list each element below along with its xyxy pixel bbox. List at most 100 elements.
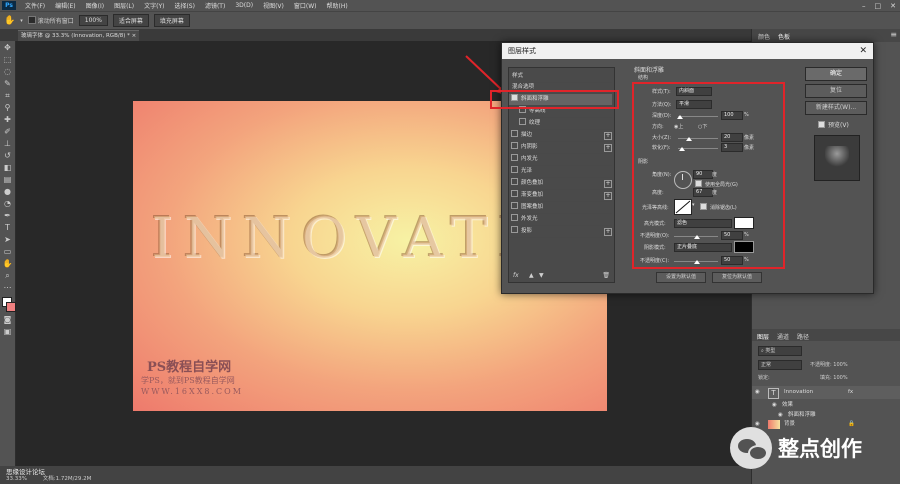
- blur-tool-icon[interactable]: ●: [3, 187, 13, 197]
- tab-color[interactable]: 颜色: [758, 32, 770, 41]
- move-up-icon[interactable]: ▲: [529, 272, 534, 279]
- type-tool-icon[interactable]: T: [3, 223, 13, 233]
- layer-kind-filter[interactable]: ⌕ 类型: [758, 346, 802, 356]
- scroll-all-checkbox[interactable]: [27, 16, 36, 24]
- more-tools-icon[interactable]: ⋯: [3, 283, 13, 293]
- layer-row-innovation[interactable]: ◉ T Innovation fx: [752, 386, 900, 399]
- style-item-stroke[interactable]: 描边 +: [509, 130, 612, 142]
- status-zoom[interactable]: 33.33%: [6, 476, 27, 482]
- layer-fx-icon[interactable]: fx: [848, 386, 853, 399]
- scroll-all-option[interactable]: 滚动所有窗口: [27, 16, 74, 25]
- menu-image[interactable]: 图像(I): [81, 1, 109, 10]
- ok-button[interactable]: 确定: [805, 67, 867, 81]
- close-icon[interactable]: ✕: [859, 43, 867, 59]
- menu-layer[interactable]: 图层(L): [109, 1, 139, 10]
- fill-screen-button[interactable]: 填充屏幕: [153, 14, 190, 27]
- brush-tool-icon[interactable]: ✐: [3, 127, 13, 137]
- blend-mode-select[interactable]: 正常: [758, 360, 802, 370]
- zoom-100-button[interactable]: 100%: [78, 15, 108, 26]
- reset-default-button[interactable]: 复位为默认值: [712, 272, 762, 283]
- add-icon[interactable]: +: [604, 192, 612, 200]
- tab-layers[interactable]: 图层: [757, 332, 769, 341]
- style-item-outer-glow[interactable]: 外发光: [509, 214, 612, 226]
- healing-tool-icon[interactable]: ✚: [3, 115, 13, 125]
- stamp-tool-icon[interactable]: ⊥: [3, 139, 13, 149]
- menu-window[interactable]: 窗口(W): [289, 1, 322, 10]
- eyedropper-tool-icon[interactable]: ⚲: [3, 103, 13, 113]
- checkbox-icon[interactable]: [511, 214, 518, 221]
- fit-screen-button[interactable]: 适合屏幕: [112, 14, 149, 27]
- panel-menu-icon[interactable]: ≡: [890, 30, 897, 39]
- move-down-icon[interactable]: ▼: [539, 272, 544, 279]
- style-item-pattern-overlay[interactable]: 图案叠加: [509, 202, 612, 214]
- style-item-inner-glow[interactable]: 内发光: [509, 154, 612, 166]
- layer-opacity[interactable]: 不透明度: 100%: [810, 361, 848, 368]
- layer-name[interactable]: 背景: [784, 418, 795, 431]
- eraser-tool-icon[interactable]: ◧: [3, 163, 13, 173]
- screen-mode-icon[interactable]: ▣: [3, 327, 13, 337]
- add-icon[interactable]: +: [604, 228, 612, 236]
- move-tool-icon[interactable]: ✥: [3, 43, 13, 53]
- tab-paths[interactable]: 路径: [797, 332, 809, 341]
- checkbox-icon[interactable]: [511, 166, 518, 173]
- make-default-button[interactable]: 设置为默认值: [656, 272, 706, 283]
- hand-tool-icon[interactable]: ✋: [3, 259, 13, 269]
- checkbox-icon[interactable]: [511, 130, 518, 137]
- new-style-button[interactable]: 新建样式(W)...: [805, 101, 867, 115]
- marquee-tool-icon[interactable]: ⬚: [3, 55, 13, 65]
- close-tab-icon[interactable]: ×: [132, 33, 137, 39]
- quick-select-tool-icon[interactable]: ✎: [3, 79, 13, 89]
- checkbox-icon[interactable]: [511, 178, 518, 185]
- eye-icon[interactable]: ◉: [755, 386, 760, 399]
- chevron-down-icon[interactable]: ▾: [20, 18, 23, 24]
- hand-tool-icon[interactable]: ✋: [4, 16, 15, 26]
- style-item-drop-shadow[interactable]: 投影 +: [509, 226, 612, 238]
- checkbox-icon[interactable]: [511, 202, 518, 209]
- close-icon[interactable]: ✕: [890, 2, 896, 10]
- menu-view[interactable]: 视图(V): [258, 1, 289, 10]
- shape-tool-icon[interactable]: ▭: [3, 247, 13, 257]
- preview-option[interactable]: 预览(V): [816, 120, 849, 129]
- checkbox-icon[interactable]: [511, 226, 518, 233]
- checkbox-icon[interactable]: [511, 154, 518, 161]
- quick-mask-icon[interactable]: ◙: [3, 315, 13, 325]
- menu-3d[interactable]: 3D(D): [230, 2, 258, 9]
- gradient-tool-icon[interactable]: ▤: [3, 175, 13, 185]
- checkbox-icon[interactable]: [511, 190, 518, 197]
- menu-select[interactable]: 选择(S): [169, 1, 200, 10]
- minimize-icon[interactable]: –: [862, 2, 866, 10]
- fx-icon[interactable]: fx: [513, 272, 519, 279]
- path-select-icon[interactable]: ➤: [3, 235, 13, 245]
- menu-type[interactable]: 文字(Y): [139, 1, 169, 10]
- pen-tool-icon[interactable]: ✒: [3, 211, 13, 221]
- crop-tool-icon[interactable]: ⌗: [3, 91, 13, 101]
- checkbox-checked-icon[interactable]: [818, 121, 825, 128]
- checkbox-icon[interactable]: [519, 118, 526, 125]
- history-brush-icon[interactable]: ↺: [3, 151, 13, 161]
- layer-fill[interactable]: 填充: 100%: [820, 374, 848, 381]
- style-item-color-overlay[interactable]: 颜色叠加 +: [509, 178, 612, 190]
- style-item-gradient-overlay[interactable]: 渐变叠加 +: [509, 190, 612, 202]
- style-item-satin[interactable]: 光泽: [509, 166, 612, 178]
- add-icon[interactable]: +: [604, 180, 612, 188]
- menu-help[interactable]: 帮助(H): [322, 1, 353, 10]
- zoom-tool-icon[interactable]: ⌕: [3, 271, 13, 281]
- document-tab[interactable]: 玻璃字体 @ 33.3% (Innovation, RGB/8) * ×: [18, 30, 139, 41]
- trash-icon[interactable]: 🗑: [602, 272, 610, 279]
- add-icon[interactable]: +: [604, 144, 612, 152]
- maximize-icon[interactable]: □: [875, 2, 882, 10]
- add-icon[interactable]: +: [604, 132, 612, 140]
- checkbox-icon[interactable]: [511, 142, 518, 149]
- background-color-icon[interactable]: [6, 302, 16, 312]
- reset-button[interactable]: 复位: [805, 84, 867, 98]
- dodge-tool-icon[interactable]: ◔: [3, 199, 13, 209]
- menu-edit[interactable]: 编辑(E): [50, 1, 80, 10]
- tab-swatches[interactable]: 色板: [778, 32, 790, 41]
- layer-name[interactable]: Innovation: [784, 386, 813, 399]
- tab-channels[interactable]: 通道: [777, 332, 789, 341]
- style-item-texture[interactable]: 纹理: [517, 118, 612, 130]
- style-item-inner-shadow[interactable]: 内阴影 +: [509, 142, 612, 154]
- lasso-tool-icon[interactable]: ◌: [3, 67, 13, 77]
- menu-file[interactable]: 文件(F): [20, 1, 50, 10]
- layer-row-background[interactable]: ◉ 背景 🔒: [752, 418, 900, 431]
